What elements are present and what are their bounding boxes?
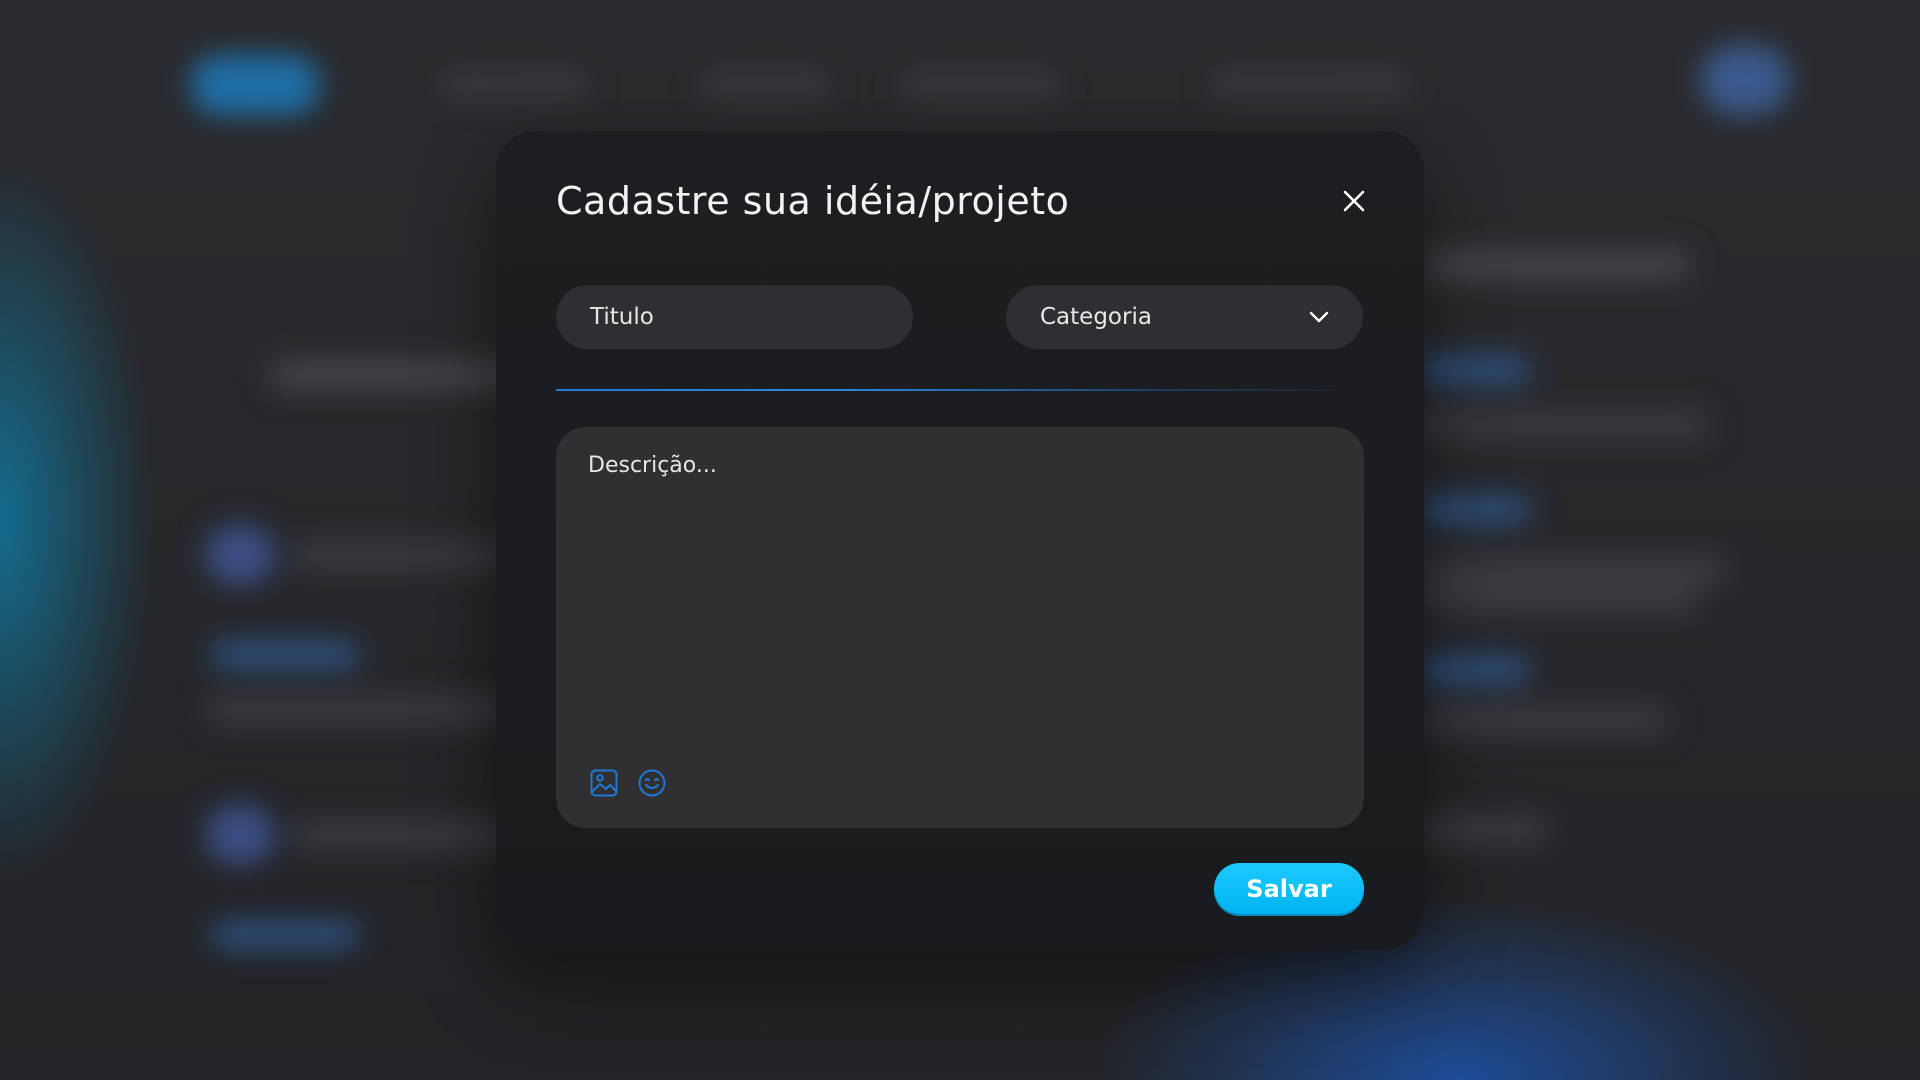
background-text <box>1420 815 1550 845</box>
modal-title: Cadastre sua idéia/projeto <box>556 179 1070 223</box>
background-text <box>205 695 505 725</box>
background-text <box>1420 250 1690 280</box>
background-avatar <box>205 525 275 585</box>
background-nav-item <box>700 72 830 98</box>
background-text <box>270 360 530 390</box>
background-text <box>1420 355 1530 385</box>
chevron-down-icon <box>1309 311 1329 323</box>
category-select-value: Categoria <box>1040 304 1152 330</box>
background-text <box>1420 410 1710 440</box>
idea-project-modal: Cadastre sua idéia/projeto Categoria <box>496 131 1424 950</box>
description-textarea[interactable] <box>588 453 1328 713</box>
background-text <box>1420 585 1700 615</box>
background-text <box>210 640 360 670</box>
background-text <box>1420 705 1670 735</box>
description-box <box>556 427 1364 828</box>
emoji-icon <box>638 769 666 797</box>
section-divider <box>556 389 1364 391</box>
background-text <box>290 820 510 850</box>
category-select[interactable]: Categoria <box>1006 285 1363 349</box>
background-text <box>1420 655 1530 685</box>
background-nav-item <box>1210 72 1410 98</box>
background-text <box>1420 495 1530 525</box>
title-input[interactable] <box>590 304 879 330</box>
background-avatar <box>205 805 275 865</box>
background-nav-item <box>440 72 590 98</box>
close-button[interactable] <box>1334 181 1374 221</box>
background-text <box>210 920 360 950</box>
background-text <box>290 540 510 570</box>
title-field[interactable] <box>556 285 913 349</box>
background-nav-item <box>900 72 1060 98</box>
image-icon <box>590 769 618 797</box>
insert-emoji-button[interactable] <box>636 767 668 799</box>
background-logo <box>190 55 320 115</box>
insert-image-button[interactable] <box>588 767 620 799</box>
close-icon <box>1343 190 1365 212</box>
save-button[interactable]: Salvar <box>1214 863 1364 914</box>
background-avatar <box>1700 45 1790 115</box>
background-text <box>1420 555 1730 585</box>
